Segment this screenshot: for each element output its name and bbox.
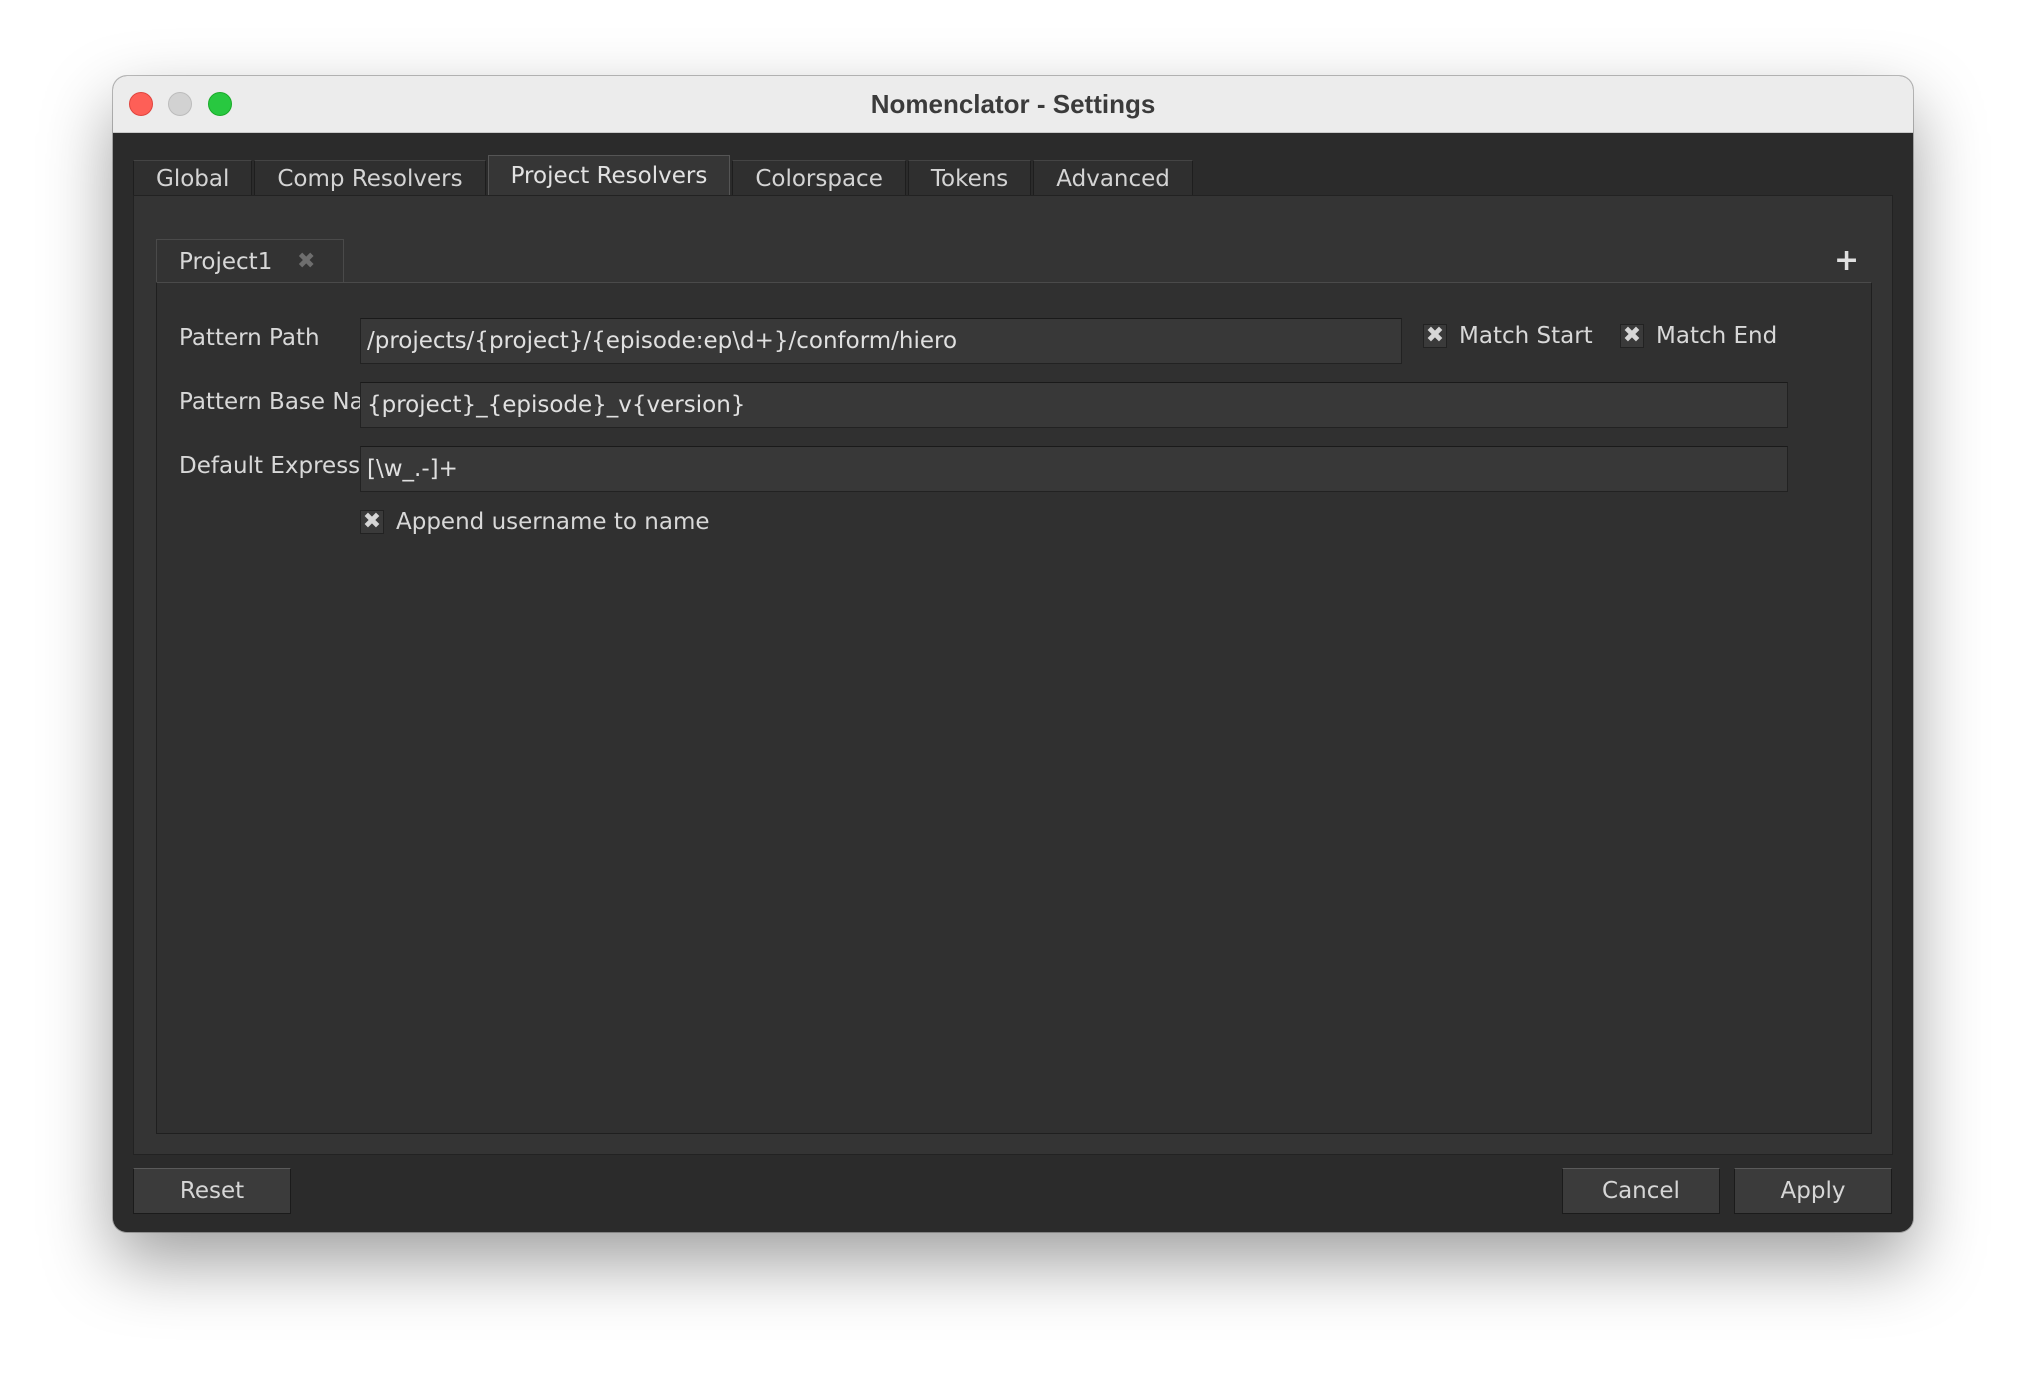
add-project-icon[interactable]: + — [1834, 246, 1859, 276]
tab-comp-resolvers[interactable]: Comp Resolvers — [254, 160, 486, 196]
append-username-label: Append username to name — [396, 509, 710, 535]
project-resolvers-panel: Project1 ✖ + Pattern Path /projects/{pro… — [133, 195, 1893, 1155]
match-end-label: Match End — [1656, 323, 1778, 349]
project-tab-label: Project1 — [179, 249, 273, 275]
match-start-checkbox[interactable]: ✖ Match Start — [1423, 323, 1593, 349]
checkmark-icon: ✖ — [360, 510, 384, 534]
settings-window: Nomenclator - Settings Global Comp Resol… — [113, 76, 1913, 1232]
pattern-path-label: Pattern Path — [179, 325, 320, 351]
main-tab-bar: Global Comp Resolvers Project Resolvers … — [133, 155, 1195, 196]
window-title: Nomenclator - Settings — [870, 89, 1156, 119]
checkmark-icon: ✖ — [1620, 324, 1644, 348]
reset-button[interactable]: Reset — [133, 1168, 291, 1214]
pattern-path-input[interactable]: /projects/{project}/{episode:ep\d+}/conf… — [360, 318, 1402, 364]
tab-global[interactable]: Global — [133, 160, 253, 196]
cancel-button[interactable]: Cancel — [1562, 1168, 1720, 1214]
apply-button[interactable]: Apply — [1734, 1168, 1892, 1214]
tab-advanced[interactable]: Advanced — [1033, 160, 1193, 196]
tab-tokens[interactable]: Tokens — [907, 160, 1032, 196]
close-icon[interactable]: ✖ — [297, 240, 315, 284]
project-settings-panel: Pattern Path /projects/{project}/{episod… — [156, 282, 1872, 1134]
match-end-checkbox[interactable]: ✖ Match End — [1620, 323, 1777, 349]
default-expression-input[interactable]: [\w_.-]+ — [360, 446, 1788, 492]
project-tab-project1[interactable]: Project1 ✖ — [156, 239, 344, 283]
checkmark-icon: ✖ — [1423, 324, 1447, 348]
tab-project-resolvers[interactable]: Project Resolvers — [487, 155, 731, 196]
tab-colorspace[interactable]: Colorspace — [732, 160, 906, 196]
title-bar[interactable]: Nomenclator - Settings — [113, 76, 1913, 133]
match-start-label: Match Start — [1459, 323, 1593, 349]
dialog-body: Global Comp Resolvers Project Resolvers … — [113, 133, 1913, 1232]
pattern-base-name-input[interactable]: {project}_{episode}_v{version} — [360, 382, 1788, 428]
append-username-checkbox[interactable]: ✖ Append username to name — [360, 509, 710, 535]
